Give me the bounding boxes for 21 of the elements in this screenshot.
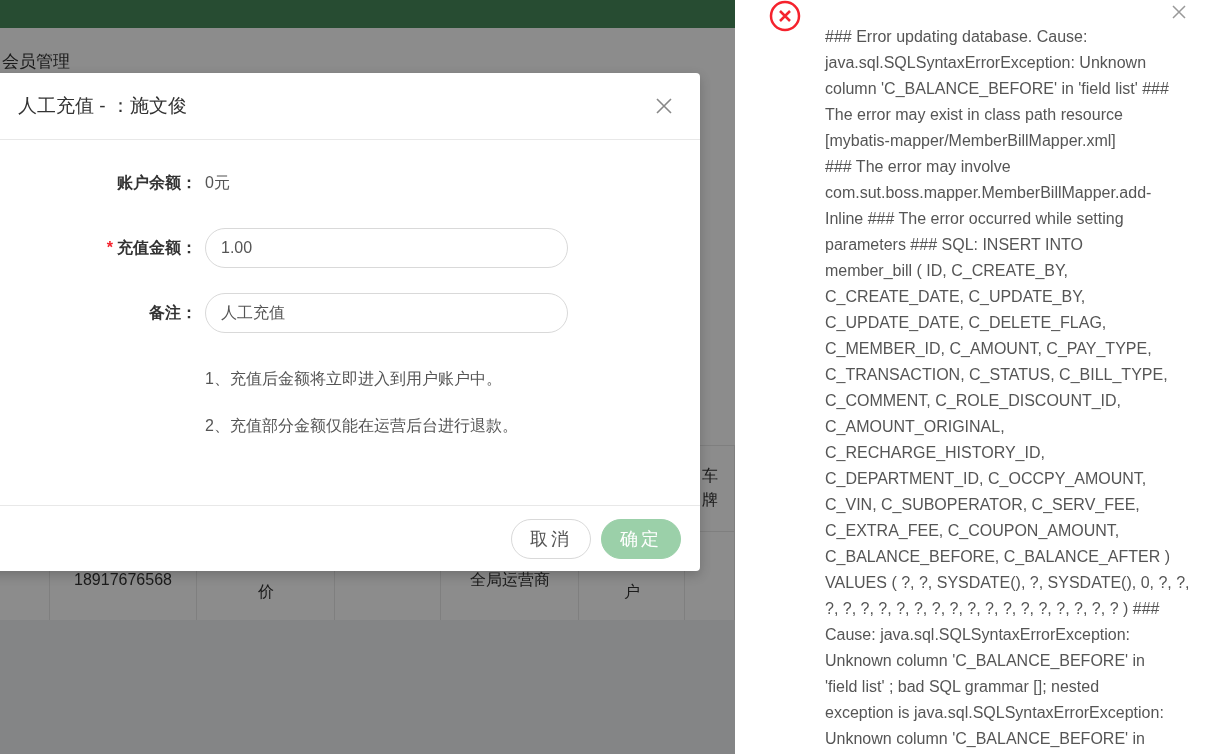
- field-label: 充值金额：: [117, 237, 197, 258]
- input-field[interactable]: 1.00: [205, 228, 568, 268]
- error-icon: [769, 0, 801, 32]
- cancel-button[interactable]: 取消: [511, 518, 591, 559]
- field-value: 0元: [205, 172, 230, 193]
- field-label: 备注：: [149, 302, 197, 323]
- column-header: 车牌: [701, 466, 718, 511]
- close-button[interactable]: [1171, 4, 1187, 20]
- field-label: 账户余额：: [117, 172, 197, 193]
- table-cell-text: 户: [623, 581, 640, 602]
- error-message: ### Error updating database. Cause: java.sql.SQLSyntaxErrorException: Unknown column 'C_BALANCE_BEFORE' in 'field list' ### The error may exist in class path resource [mybatis-mapper/MemberBillMapper.xml] ### The error may involve com.sut.boss.mapper.MemberBillMapper.add- Inline ### The error occurred while setting parameters ### SQL: INSERT INTO member_bill ( ID, C_CREATE_BY, C_CREATE_DATE, C_UPDATE_BY, C_UPDATE_DATE, C_DELETE_FLAG, C_MEMBER_ID, C_AMOUNT, C_PAY_TYPE, C_TRANSACTION, C_STATUS, C_BILL_TYPE, C_COMMENT, C_ROLE_DISCOUNT_ID, C_AMOUNT_ORIGINAL, C_RECHARGE_HISTORY_ID, C_DEPARTMENT_ID, C_OCCPY_AMOUNT, C_VIN, C_SUBOPERATOR, C_SERV_FEE, C_EXTRA_FEE, C_COUPON_AMOUNT, C_BALANCE_BEFORE, C_BALANCE_AFTER ) VALUES ( ?, ?, SYSDATE(), ?, SYSDATE(), 0, ?, ?, ?, ?, ?, ?, ?, ?, ?, ?, ?, ?, ?, ?, ?, ?, ?, ?, ? ) ### Cause: java.sql.SQLSyntaxErrorException: Unknown column 'C_BALANCE_BEFORE' in 'field list' ; bad SQL grammar []; nested exception is java.sql.SQLSyntaxErrorException: Unknown column 'C_BALANCE_BEFORE' in: [825, 27, 1190, 749]
- table-cell-text: 18917676568: [74, 569, 172, 590]
- table-cell-text: 价: [257, 581, 274, 602]
- page-title: 会员管理: [2, 50, 70, 73]
- close-button[interactable]: [654, 96, 674, 116]
- table-cell-text: 全局运营商: [469, 569, 550, 590]
- note-text: 1、充值后金额将立即进入到用户账户中。: [205, 369, 503, 389]
- required-mark: *: [106, 239, 113, 257]
- note-text: 2、充值部分金额仅能在运营后台进行退款。: [205, 416, 519, 436]
- dialog-title: 人工充值 - ：施文俊: [18, 94, 187, 118]
- input-field[interactable]: 人工充值: [205, 293, 568, 333]
